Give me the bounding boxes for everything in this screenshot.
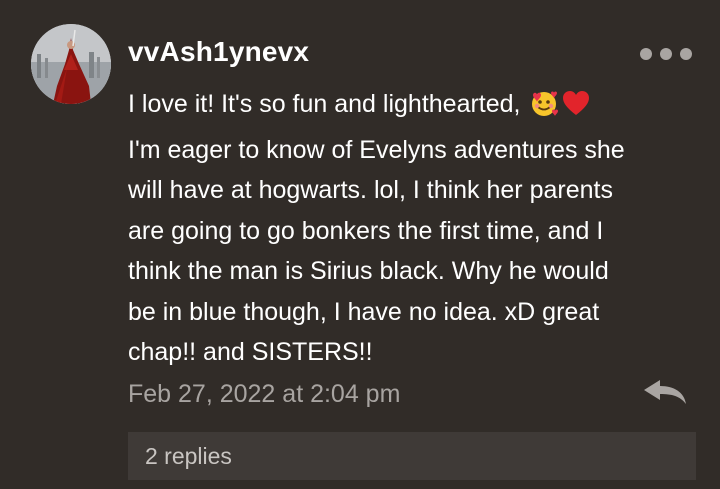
more-options-icon [640,48,652,60]
comment-text: I love it! It's so fun and lighthearted,… [128,84,700,373]
more-options-icon-dot [660,48,672,60]
comment-line: I love it! It's so fun and lighthearted, [128,84,700,130]
avatar-image [31,24,111,104]
reply-button[interactable] [642,378,688,408]
comment-line: are going to go bonkers the first time, … [128,216,604,245]
comment-line: think the man is Sirius black. Why he wo… [128,257,609,285]
reply-arrow-icon [644,380,686,404]
comment-line: chap!! and SISTERS!! [128,338,373,366]
comment-line: I'm eager to know of Evelyns adventures … [128,135,625,164]
red-heart-icon [561,89,591,130]
username[interactable]: vvAsh1ynevx [128,36,309,68]
comment-card: vvAsh1ynevx I love it! It's so fun and l… [0,0,720,489]
comment-timestamp: Feb 27, 2022 at 2:04 pm [128,380,401,408]
comment-line: be in blue though, I have no idea. xD gr… [128,297,600,326]
more-options-button[interactable] [640,42,692,66]
comment-line: will have at hogwarts. lol, I think her … [128,176,613,204]
avatar[interactable] [31,24,111,104]
replies-count-label: 2 replies [145,442,232,469]
view-replies-button[interactable]: 2 replies [128,432,696,480]
more-options-icon-dot [680,48,692,60]
smiling-face-with-hearts-icon [529,89,559,130]
